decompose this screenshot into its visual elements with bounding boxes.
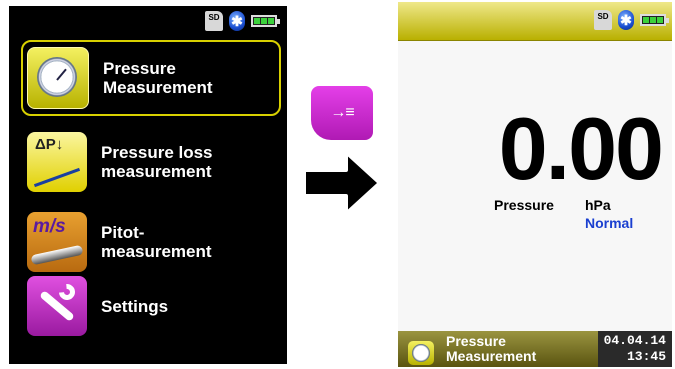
pressure-gauge-icon bbox=[408, 341, 434, 365]
sd-label: SD bbox=[208, 13, 220, 22]
battery-icon bbox=[251, 15, 280, 27]
unit-label: hPa bbox=[585, 197, 611, 213]
menu-item-label: Pitot- measurement bbox=[101, 223, 212, 261]
pressure-value: 0.00 bbox=[498, 99, 664, 198]
enter-key-button[interactable]: →≡ bbox=[311, 86, 373, 140]
time-label: 13:45 bbox=[626, 349, 666, 364]
date-label: 04.04.14 bbox=[603, 333, 666, 348]
menu-item-label: Pressure Measurement bbox=[103, 59, 213, 97]
date-time: 04.04.14 13:45 bbox=[598, 331, 672, 367]
pressure-loss-icon-text: ΔP↓ bbox=[35, 136, 64, 153]
bottom-status-bar: Pressure Measurement 04.04.14 13:45 bbox=[398, 331, 672, 367]
mode-label: Normal bbox=[585, 215, 634, 231]
pitot-icon-text: m/s bbox=[33, 216, 66, 237]
status-bar: SD ✱ bbox=[205, 10, 280, 32]
status-bar: SD ✱ bbox=[594, 10, 669, 30]
menu-item-pressure-loss[interactable]: ΔP↓ Pressure loss measurement bbox=[23, 124, 279, 200]
sd-card-icon: SD bbox=[594, 10, 612, 30]
pitot-tube-icon: m/s bbox=[27, 212, 87, 272]
quantity-label: Pressure bbox=[494, 197, 554, 213]
bluetooth-icon: ✱ bbox=[229, 11, 245, 31]
pressure-gauge-icon bbox=[27, 47, 89, 109]
sd-label: SD bbox=[597, 12, 609, 21]
sd-card-icon: SD bbox=[205, 11, 223, 31]
pressure-measurement-screen: SD ✱ 0.00 Pressure hPa Normal Pressure M… bbox=[398, 2, 672, 367]
bluetooth-symbol: ✱ bbox=[231, 12, 243, 29]
right-arrow-icon bbox=[302, 150, 382, 216]
bluetooth-symbol: ✱ bbox=[620, 11, 632, 28]
main-menu-screen: SD ✱ Pressure Measurement ΔP↓ Pressure l… bbox=[9, 6, 287, 364]
bluetooth-icon: ✱ bbox=[618, 10, 634, 30]
menu-item-settings[interactable]: Settings bbox=[23, 268, 279, 344]
menu-item-label: Pressure loss measurement bbox=[101, 143, 213, 181]
battery-icon bbox=[640, 14, 669, 26]
menu-item-pressure-measurement[interactable]: Pressure Measurement bbox=[21, 40, 281, 116]
program-label: Pressure Measurement bbox=[446, 333, 537, 364]
wrench-icon bbox=[27, 276, 87, 336]
menu-item-label: Settings bbox=[101, 296, 169, 316]
top-status-bar: SD ✱ bbox=[398, 2, 672, 41]
enter-key-icon: →≡ bbox=[330, 104, 354, 121]
pressure-loss-icon: ΔP↓ bbox=[27, 132, 87, 192]
